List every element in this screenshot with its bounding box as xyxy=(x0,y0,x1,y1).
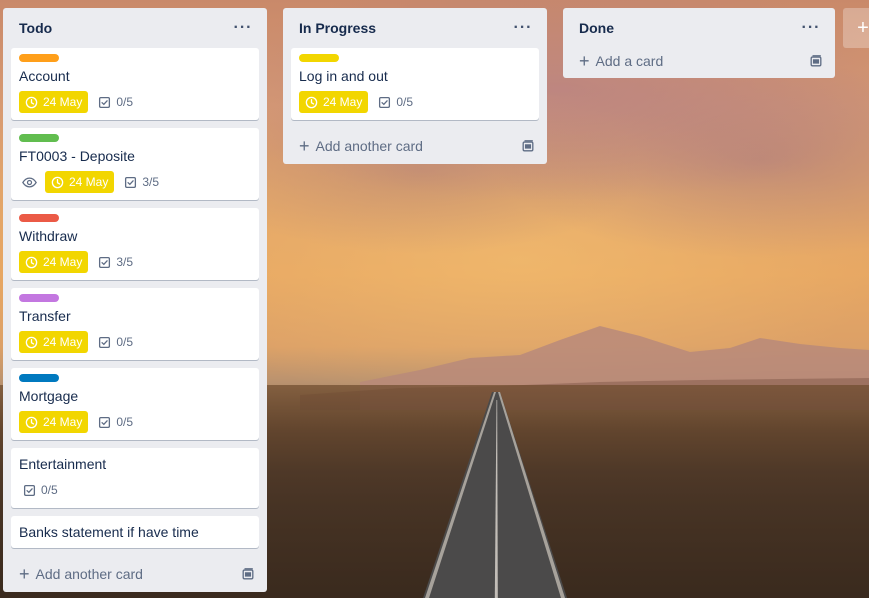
card-label[interactable] xyxy=(19,374,59,382)
clock-icon xyxy=(25,96,38,108)
add-card-label: Add a card xyxy=(595,53,664,69)
due-date-text: 24 May xyxy=(43,335,83,349)
checklist-icon xyxy=(23,484,36,496)
add-card-left: + Add a card xyxy=(579,52,663,70)
more-horizontal-icon[interactable]: ··· xyxy=(511,16,535,40)
due-date-text: 24 May xyxy=(69,175,109,189)
checklist-icon xyxy=(99,416,111,428)
list-done: Done ··· + Add a card xyxy=(563,8,835,78)
card-title: Account xyxy=(19,68,70,84)
due-date-badge[interactable]: 24 May xyxy=(299,91,369,113)
card-title: Log in and out xyxy=(299,68,388,84)
clock-icon xyxy=(305,96,318,108)
card-badges: 0/5 xyxy=(19,478,251,502)
card-badges: 24 May 0/5 xyxy=(19,90,251,114)
card[interactable]: Banks statement if have time xyxy=(11,516,259,548)
due-date-badge[interactable]: 24 May xyxy=(19,411,89,433)
card[interactable]: Transfer 24 May 0/5 xyxy=(11,288,259,360)
add-card-label: Add another card xyxy=(315,138,423,154)
checklist-icon xyxy=(125,176,137,188)
more-horizontal-icon[interactable]: ··· xyxy=(799,16,823,40)
add-card-button[interactable]: + Add another card xyxy=(291,128,539,164)
card-label[interactable] xyxy=(19,294,59,302)
checklist-badge: 0/5 xyxy=(94,95,133,109)
checklist-count: 0/5 xyxy=(396,95,414,109)
checklist-badge: 0/5 xyxy=(94,335,133,349)
plus-icon: + xyxy=(857,16,869,39)
checklist-count: 3/5 xyxy=(116,255,134,269)
checklist-count: 0/5 xyxy=(116,95,134,109)
due-date-text: 24 May xyxy=(43,255,83,269)
list-title[interactable]: Todo xyxy=(19,20,52,36)
checklist-badge: 0/5 xyxy=(94,415,133,429)
checklist-badge: 0/5 xyxy=(374,95,413,109)
card-title: Banks statement if have time xyxy=(19,524,199,540)
checklist-count: 3/5 xyxy=(142,175,160,189)
add-card-button[interactable]: + Add another card xyxy=(11,556,259,592)
due-date-badge[interactable]: 24 May xyxy=(19,331,89,353)
clock-icon xyxy=(25,416,38,428)
clock-icon xyxy=(25,336,38,348)
checklist-icon xyxy=(99,336,111,348)
checklist-icon xyxy=(99,256,111,268)
plus-icon: + xyxy=(19,564,30,584)
add-card-left: + Add another card xyxy=(19,565,143,583)
clock-icon xyxy=(51,176,64,188)
card[interactable]: Withdraw 24 May 3/5 xyxy=(11,208,259,280)
due-date-badge[interactable]: 24 May xyxy=(19,251,89,273)
plus-icon: + xyxy=(299,136,310,156)
checklist-count: 0/5 xyxy=(116,415,134,429)
card[interactable]: Entertainment 0/5 xyxy=(11,448,259,508)
card-badges: 24 May 3/5 xyxy=(19,170,251,194)
card-title: FT0003 - Deposite xyxy=(19,148,135,164)
list-title[interactable]: In Progress xyxy=(299,20,376,36)
card-label[interactable] xyxy=(19,54,59,62)
list-todo: Todo ··· Account 24 May 0/5 FT0003 - Dep… xyxy=(3,8,267,592)
card-title: Withdraw xyxy=(19,228,78,244)
card-label[interactable] xyxy=(299,54,339,62)
card-label[interactable] xyxy=(19,134,59,142)
checklist-badge: 0/5 xyxy=(19,483,58,497)
eye-icon xyxy=(19,176,39,189)
due-date-badge[interactable]: 24 May xyxy=(19,91,89,113)
checklist-icon xyxy=(379,96,391,108)
due-date-text: 24 May xyxy=(323,95,363,109)
add-card-label: Add another card xyxy=(35,566,143,582)
due-date-badge[interactable]: 24 May xyxy=(45,171,115,193)
card-title: Transfer xyxy=(19,308,71,324)
card-title: Entertainment xyxy=(19,456,107,472)
list-in-progress: In Progress ··· Log in and out 24 May 0/… xyxy=(283,8,547,164)
due-date-text: 24 May xyxy=(43,95,83,109)
card-badges: 24 May 0/5 xyxy=(299,90,531,114)
list-header: In Progress ··· xyxy=(291,8,539,48)
card[interactable]: FT0003 - Deposite 24 May 3/5 xyxy=(11,128,259,200)
list-header: Done ··· xyxy=(571,8,827,48)
plus-icon: + xyxy=(579,51,590,71)
card-title: Mortgage xyxy=(19,388,79,404)
checklist-badge: 3/5 xyxy=(94,255,133,269)
card[interactable]: Log in and out 24 May 0/5 xyxy=(291,48,539,120)
add-card-button[interactable]: + Add a card xyxy=(571,44,827,78)
checklist-count: 0/5 xyxy=(116,335,134,349)
card-template-icon[interactable] xyxy=(521,139,535,153)
card[interactable]: Mortgage 24 May 0/5 xyxy=(11,368,259,440)
card-template-icon[interactable] xyxy=(809,54,823,68)
checklist-badge: 3/5 xyxy=(120,175,159,189)
board: Todo ··· Account 24 May 0/5 FT0003 - Dep… xyxy=(0,0,869,598)
card-template-icon[interactable] xyxy=(241,567,255,581)
list-header: Todo ··· xyxy=(11,8,259,48)
due-date-text: 24 May xyxy=(43,415,83,429)
card-badges: 24 May 0/5 xyxy=(19,330,251,354)
card[interactable]: Account 24 May 0/5 xyxy=(11,48,259,120)
card-badges: 24 May 0/5 xyxy=(19,410,251,434)
add-list-button[interactable]: + xyxy=(843,8,869,48)
checklist-icon xyxy=(99,96,111,108)
add-card-left: + Add another card xyxy=(299,137,423,155)
list-title[interactable]: Done xyxy=(579,20,614,36)
card-badges: 24 May 3/5 xyxy=(19,250,251,274)
checklist-count: 0/5 xyxy=(41,483,58,497)
more-horizontal-icon[interactable]: ··· xyxy=(231,16,255,40)
clock-icon xyxy=(25,256,38,268)
card-label[interactable] xyxy=(19,214,59,222)
